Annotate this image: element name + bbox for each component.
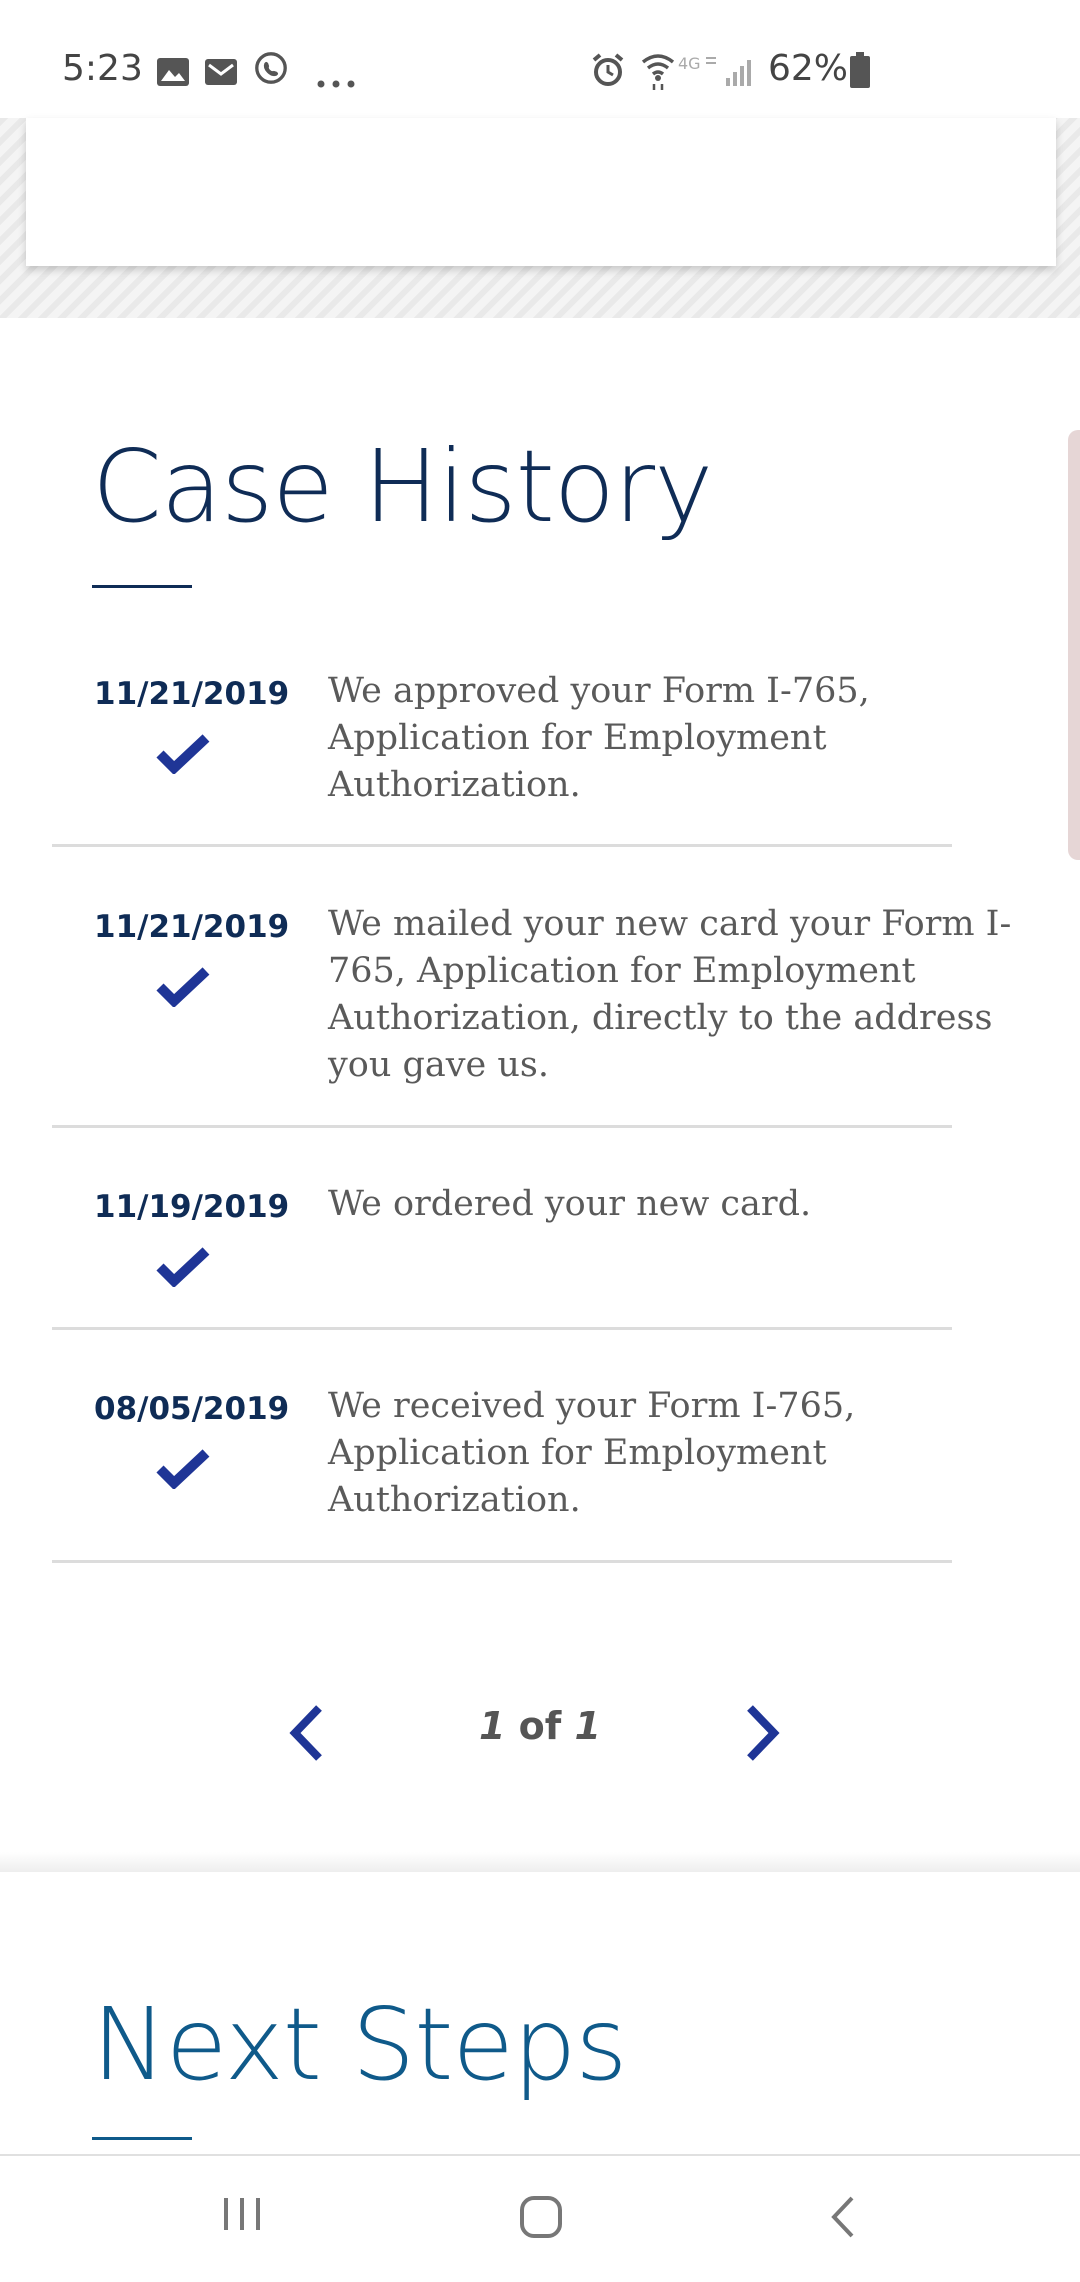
- history-entry-text: We ordered your new card.: [328, 1184, 812, 1224]
- status-bar: 5:23 4G 62%: [0, 0, 1080, 118]
- back-button[interactable]: [828, 2194, 858, 2240]
- checkmark-icon: [156, 734, 210, 774]
- wifi-icon: [641, 54, 675, 90]
- battery-icon: [850, 52, 870, 88]
- next-steps-title-rule: [92, 2137, 192, 2140]
- history-entry-date: 11/19/2019: [94, 1189, 290, 1225]
- history-entry: 11/21/2019 We mailed your new card your …: [52, 877, 1011, 1128]
- image-icon: [157, 58, 189, 86]
- alarm-icon: [592, 53, 624, 86]
- mail-icon: [205, 59, 237, 85]
- case-history-title-rule: [92, 585, 192, 588]
- whatsapp-icon: [255, 52, 287, 84]
- checkmark-icon: [156, 1449, 210, 1489]
- home-button[interactable]: [518, 2194, 564, 2240]
- scrollbar-thumb[interactable]: [1068, 430, 1080, 860]
- history-entry-text: We mailed your new card your Form I-765,…: [328, 904, 1012, 1085]
- status-time: 5:23: [62, 48, 143, 89]
- history-entry: 11/21/2019 We approved your Form I-765, …: [52, 644, 952, 847]
- section-divider: [0, 1852, 1080, 1872]
- history-entry-text: We received your Form I-765, Application…: [328, 1386, 856, 1520]
- history-entry: 11/19/2019 We ordered your new card.: [52, 1157, 952, 1330]
- 4g-icon: 4G: [678, 54, 716, 73]
- history-entry: 08/05/2019 We received your Form I-765, …: [52, 1359, 952, 1563]
- checkmark-icon: [156, 1247, 210, 1287]
- previous-page-button[interactable]: [283, 1700, 333, 1766]
- battery-percent: 62%: [768, 48, 849, 89]
- next-steps-title: Next Steps: [92, 1986, 628, 2103]
- total-pages: 1: [574, 1704, 601, 1748]
- checkmark-icon: [156, 967, 210, 1007]
- more-icon: [317, 80, 355, 88]
- svg-text:4G: 4G: [678, 54, 701, 73]
- recent-apps-button[interactable]: [220, 2194, 264, 2234]
- history-entry-date: 08/05/2019: [94, 1391, 290, 1427]
- signal-icon: [726, 60, 751, 86]
- history-entry-text: We approved your Form I-765, Application…: [328, 671, 870, 805]
- case-status-card: [26, 118, 1056, 266]
- pagination-label: 1 of 1: [440, 1704, 640, 1748]
- history-entry-date: 11/21/2019: [94, 909, 290, 945]
- next-page-button[interactable]: [736, 1700, 786, 1766]
- case-history-title: Case History: [92, 428, 713, 545]
- pagination-of: of: [518, 1704, 562, 1748]
- history-entry-date: 11/21/2019: [94, 676, 290, 712]
- android-nav-bar: [0, 2154, 1080, 2282]
- current-page: 1: [478, 1704, 506, 1748]
